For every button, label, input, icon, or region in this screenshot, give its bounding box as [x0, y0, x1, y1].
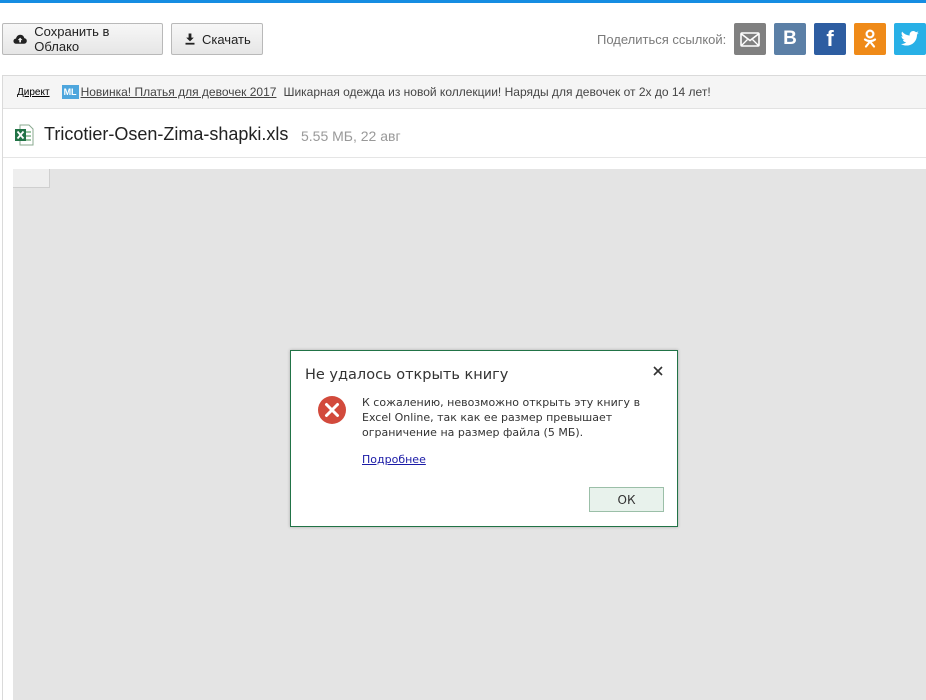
toolbar: Сохранить в Облако Скачать Поделиться сс… — [0, 3, 926, 73]
share-email-button[interactable] — [734, 23, 766, 55]
share-odnoklassniki-button[interactable] — [854, 23, 886, 55]
more-info-link[interactable]: Подробнее — [362, 453, 426, 466]
envelope-icon — [740, 31, 760, 47]
ad-ml-badge-icon: ML — [61, 85, 79, 99]
ad-direct-label[interactable]: Директ — [17, 87, 50, 98]
download-button[interactable]: Скачать — [171, 23, 263, 55]
share-twitter-button[interactable] — [894, 23, 926, 55]
sheet-corner-cell[interactable] — [13, 169, 50, 188]
share-label: Поделиться ссылкой: — [597, 32, 727, 47]
error-icon — [318, 396, 346, 424]
error-dialog: Не удалось открыть книгу К сожалению, не… — [290, 350, 678, 527]
download-icon — [185, 33, 195, 45]
close-icon — [653, 366, 663, 376]
ad-link[interactable]: Новинка! Платья для девочек 2017 — [81, 85, 277, 99]
file-meta: 5.55 МБ, 22 авг — [301, 128, 401, 144]
dialog-message: К сожалению, невозможно открыть эту книг… — [362, 396, 641, 439]
facebook-icon: f — [826, 26, 834, 51]
file-header: Tricotier-Osen-Zima-shapki.xls 5.55 МБ, … — [3, 110, 926, 158]
excel-file-icon — [15, 124, 34, 146]
download-label: Скачать — [202, 31, 251, 47]
dialog-close-button[interactable] — [649, 362, 667, 380]
save-to-cloud-button[interactable]: Сохранить в Облако — [2, 23, 163, 55]
odnoklassniki-icon — [863, 29, 877, 48]
ad-bar: Директ ML Новинка! Платья для девочек 20… — [3, 76, 926, 109]
twitter-icon — [900, 31, 919, 46]
share-facebook-button[interactable]: f — [814, 23, 846, 55]
save-to-cloud-label: Сохранить в Облако — [34, 24, 110, 54]
vk-icon: В — [783, 28, 797, 49]
share-vk-button[interactable]: В — [774, 23, 806, 55]
dialog-title: Не удалось открыть книгу — [305, 367, 509, 383]
ad-description: Шикарная одежда из новой коллекции! Наря… — [283, 85, 711, 99]
ok-button[interactable]: ОК — [589, 487, 664, 512]
cloud-upload-icon — [13, 34, 27, 44]
file-name: Tricotier-Osen-Zima-shapki.xls — [44, 124, 289, 144]
